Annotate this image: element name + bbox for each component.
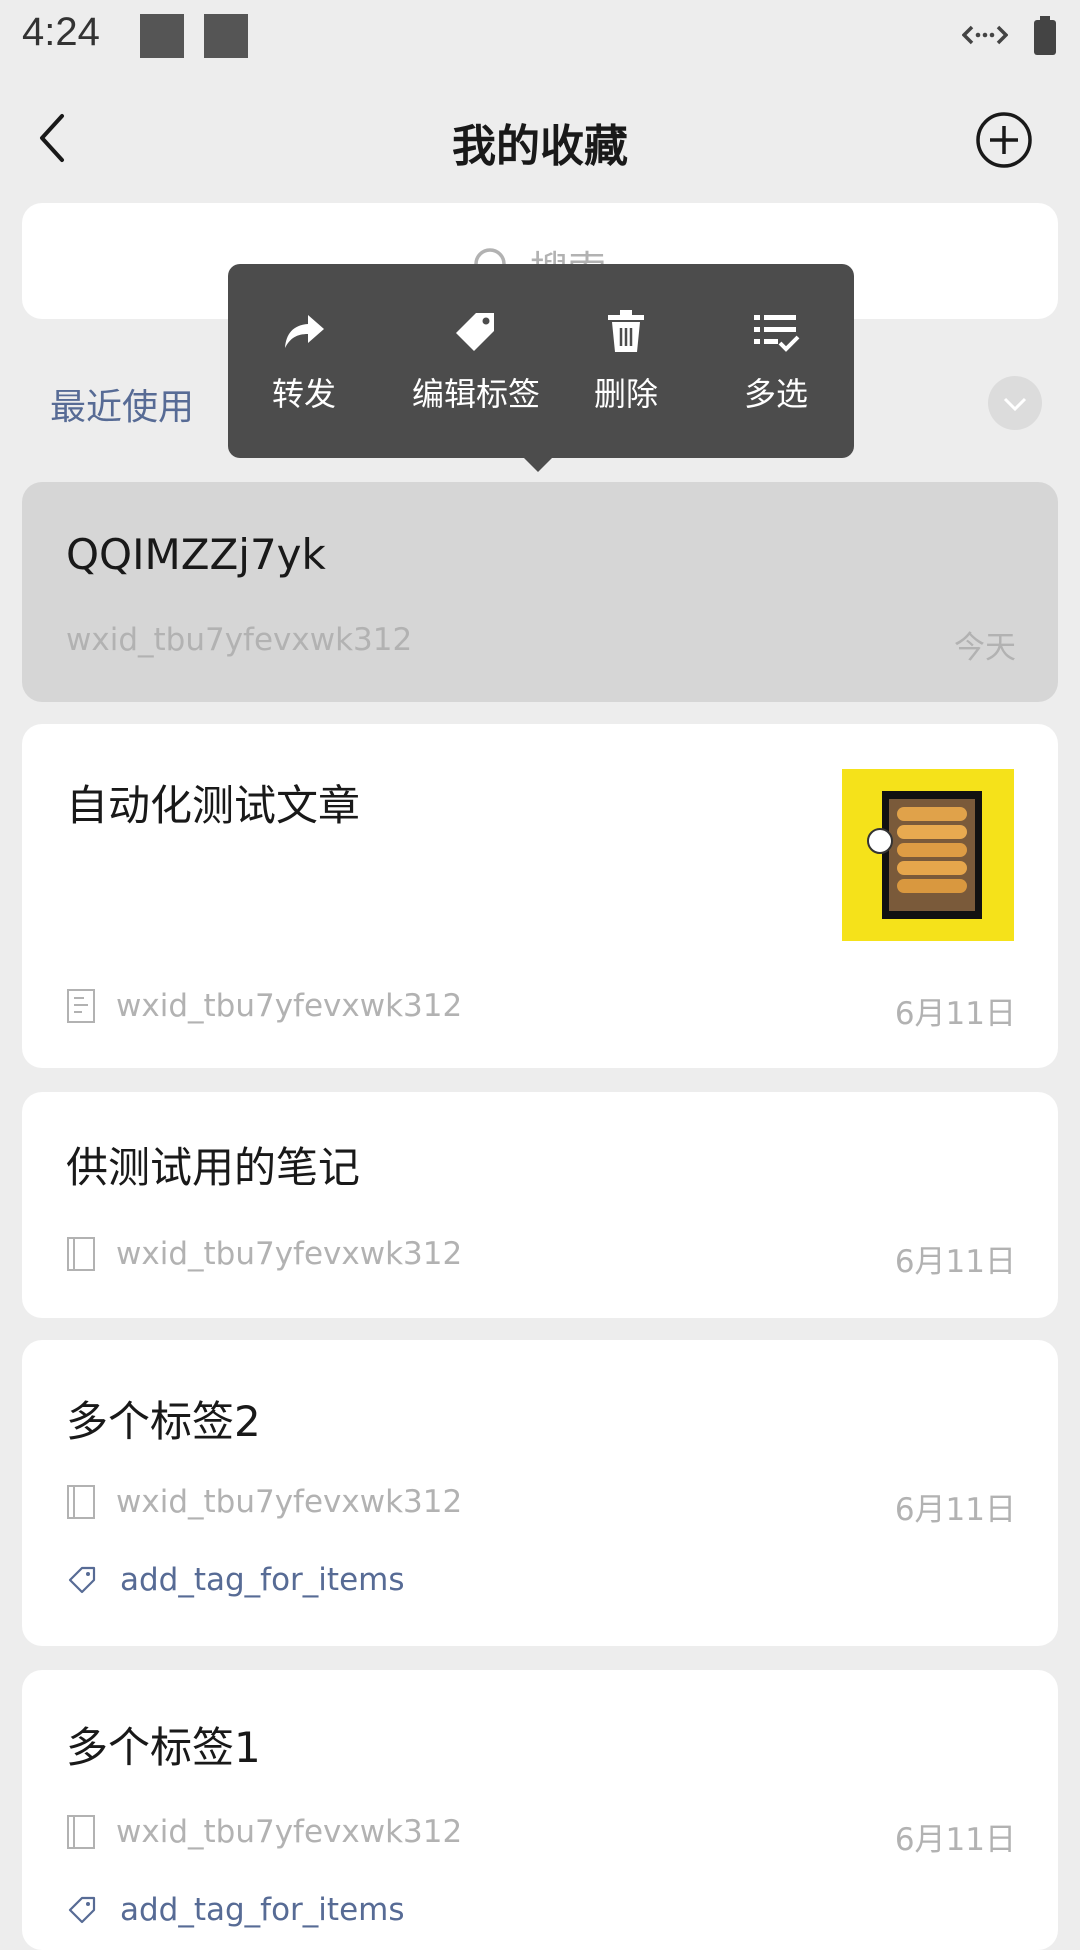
expand-button[interactable] [988,376,1042,430]
item-date: 6月11日 [894,1492,1016,1528]
tag-icon [68,1566,96,1594]
item-date: 今天 [954,630,1016,666]
menu-item-forward[interactable]: 转发 [254,264,354,458]
menu-item-multi-select[interactable]: 多选 [716,264,836,458]
item-title: 供测试用的笔记 [66,1143,361,1192]
multi-select-icon [754,315,800,352]
item-tag-label: add_tag_for_items [120,1892,405,1928]
page-title: 我的收藏 [452,121,628,172]
item-tag[interactable]: add_tag_for_items [66,1892,405,1928]
item-tag[interactable]: add_tag_for_items [66,1562,405,1598]
item-date: 6月11日 [894,1822,1016,1858]
menu-label: 多选 [743,375,808,413]
context-menu-pointer [522,456,554,472]
menu-item-edit-tags[interactable]: 编辑标签 [394,264,558,458]
item-source: wxid_tbu7yfevxwk312 [66,1814,462,1850]
status-time: 4:24 [22,10,100,54]
chevron-down-icon [1003,397,1027,412]
item-thumbnail [842,769,1014,941]
menu-label: 编辑标签 [411,375,540,413]
add-button[interactable] [974,110,1034,170]
plus-circle-icon [976,112,1032,168]
recent-used-link[interactable]: 最近使用 [50,378,194,430]
forward-icon [285,315,324,348]
item-source: wxid_tbu7yfevxwk312 [66,1236,462,1272]
favorite-item[interactable]: QQIMZZj7yk wxid_tbu7yfevxwk312 今天 [22,482,1058,702]
menu-label: 删除 [593,375,658,413]
favorite-item[interactable]: 多个标签2 wxid_tbu7yfevxwk312 6月11日 add_tag_… [22,1340,1058,1646]
item-source: wxid_tbu7yfevxwk312 [66,622,412,658]
item-source-text: wxid_tbu7yfevxwk312 [116,988,463,1024]
item-source: wxid_tbu7yfevxwk312 [66,1484,462,1520]
context-menu: 转发 编辑标签 删除 多选 [228,264,854,458]
item-source-text: wxid_tbu7yfevxwk312 [116,1814,463,1850]
item-source-text: wxid_tbu7yfevxwk312 [66,622,413,658]
favorite-item[interactable]: 自动化测试文章 wxid_tbu7yfevxwk312 6月11日 [22,724,1058,1068]
item-source-text: wxid_tbu7yfevxwk312 [116,1236,463,1272]
menu-label: 转发 [271,375,336,413]
favorite-item[interactable]: 供测试用的笔记 wxid_tbu7yfevxwk312 6月11日 [22,1092,1058,1318]
item-date: 6月11日 [894,1244,1016,1280]
trash-icon [608,310,644,352]
tag-icon [68,1896,96,1924]
menu-item-delete[interactable]: 删除 [566,264,686,458]
item-tag-label: add_tag_for_items [120,1562,405,1598]
notification-icon [204,14,248,58]
item-source-text: wxid_tbu7yfevxwk312 [116,1484,463,1520]
article-icon [67,989,95,1023]
item-title: 自动化测试文章 [66,781,361,830]
tag-icon [456,313,494,351]
item-title: 多个标签1 [66,1723,261,1772]
item-title: 多个标签2 [66,1397,261,1446]
note-icon [67,1485,95,1519]
data-sync-icon [961,10,1009,64]
item-title: QQIMZZj7yk [66,530,326,579]
item-date: 6月11日 [894,996,1016,1032]
notification-icon [140,14,184,58]
favorite-item[interactable]: 多个标签1 wxid_tbu7yfevxwk312 6月11日 add_tag_… [22,1670,1058,1950]
note-icon [67,1815,95,1849]
battery-icon [1032,10,1058,64]
note-icon [67,1237,95,1271]
item-source: wxid_tbu7yfevxwk312 [66,988,462,1024]
